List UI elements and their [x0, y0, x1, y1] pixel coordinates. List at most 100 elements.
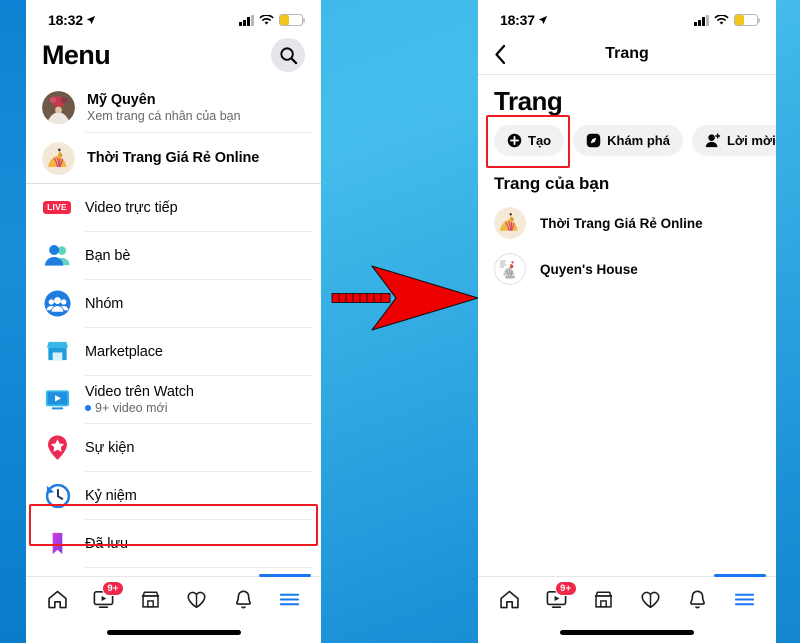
bottom-nav-right: 9+ — [478, 574, 776, 643]
fashion-page-avatar — [494, 207, 526, 239]
status-time: 18:37 — [500, 12, 535, 28]
sidebar-item-memories[interactable]: Kỷ niệm — [26, 472, 321, 519]
marketplace-icon — [594, 590, 613, 608]
nav-marketplace-button[interactable] — [130, 584, 170, 614]
saved-bookmark-icon — [42, 529, 72, 559]
nav-home-button[interactable] — [490, 584, 530, 614]
nav-marketplace-button[interactable] — [584, 584, 624, 614]
chip-create[interactable]: Tạo — [494, 125, 565, 156]
list-item-label: Thời Trang Giá Rẻ Online — [540, 215, 703, 231]
quyens-house-avatar — [494, 253, 526, 285]
status-bar-right: 18:37 — [478, 0, 776, 34]
page-avatar — [42, 141, 75, 175]
page-heading: Trang — [494, 86, 563, 116]
chip-invites[interactable]: Lời mời — [691, 124, 776, 156]
sidebar-item-groups[interactable]: Nhóm — [26, 280, 321, 327]
left-phone-screenshot: 18:32 Menu Mỹ Quyên Xem trang cá nhân củ… — [26, 0, 321, 643]
chip-label: Khám phá — [607, 133, 670, 148]
page-text: Thời Trang Giá Rẻ Online — [87, 150, 259, 166]
compass-icon — [586, 133, 601, 148]
menu-hamburger-icon — [280, 593, 300, 605]
chip-label: Tạo — [528, 133, 552, 148]
nav-notifications-button[interactable] — [223, 584, 263, 614]
right-phone-screenshot: 18:37 Trang Trang Tạo Khám phá Lời mời T… — [478, 0, 776, 643]
sidebar-item-sublabel: 9+ video mới — [95, 401, 168, 415]
nav-menu-button[interactable] — [270, 584, 310, 614]
person-add-icon — [705, 133, 721, 148]
sidebar-item-sublabel: Xem trang cá nhân của bạn — [87, 108, 241, 123]
page-title: Menu — [42, 39, 111, 70]
bottom-nav-left: 9+ — [26, 574, 321, 643]
sidebar-item-friends[interactable]: Bạn bè — [26, 232, 321, 279]
sidebar-item-live-video[interactable]: LIVE Video trực tiếp — [26, 184, 321, 231]
background-left-band — [0, 0, 26, 643]
sidebar-item-label: Đã lưu — [85, 535, 128, 552]
search-button[interactable] — [271, 38, 305, 72]
cellular-bars-icon — [694, 14, 709, 26]
user-avatar — [42, 90, 75, 124]
dating-heart-icon — [187, 591, 206, 608]
status-time: 18:32 — [48, 12, 83, 28]
bottom-nav-divider — [478, 574, 776, 577]
menu-hamburger-icon — [734, 593, 755, 605]
list-item[interactable]: Quyen's House — [478, 246, 776, 292]
sidebar-item-label: Mỹ Quyên — [87, 91, 156, 108]
sidebar-item-saved[interactable]: Đã lưu — [26, 520, 321, 567]
friends-icon — [42, 241, 72, 271]
sidebar-item-profile[interactable]: Mỹ Quyên Xem trang cá nhân của bạn — [26, 82, 321, 132]
sidebar-item-page[interactable]: Thời Trang Giá Rẻ Online — [26, 133, 321, 183]
wifi-icon — [259, 14, 274, 24]
notifications-bell-icon — [235, 589, 251, 608]
live-badge-icon: LIVE — [42, 193, 72, 223]
location-arrow-icon — [538, 15, 547, 25]
marketplace-icon — [141, 590, 159, 608]
section-title: Trang của bạn — [494, 174, 610, 193]
wifi-icon — [714, 14, 729, 24]
sidebar-item-watch[interactable]: Video trên Watch 9+ video mới — [26, 376, 321, 423]
list-item-label: Quyen's House — [540, 261, 638, 277]
menu-list: Mỹ Quyên Xem trang cá nhân của bạn Thời … — [26, 82, 321, 643]
badge-count: 9+ — [554, 581, 577, 597]
menu-header: Menu — [26, 34, 321, 82]
nav-watch-button[interactable]: 9+ — [84, 581, 124, 614]
home-icon — [48, 590, 67, 608]
active-tab-indicator — [259, 574, 311, 577]
bottom-nav-items: 9+ — [478, 577, 776, 621]
watch-icon — [42, 385, 72, 415]
nav-dating-button[interactable] — [631, 584, 671, 614]
battery-low-power-icon — [279, 14, 306, 26]
search-icon — [279, 46, 297, 64]
status-bar-time-group: 18:32 — [48, 12, 96, 28]
nav-menu-button[interactable] — [725, 584, 765, 614]
status-bar-time-group: 18:37 — [500, 12, 548, 28]
nav-dating-button[interactable] — [177, 584, 217, 614]
chip-discover[interactable]: Khám phá — [573, 125, 683, 156]
sidebar-item-label: Sự kiện — [85, 439, 135, 456]
dating-heart-icon — [641, 591, 660, 608]
bottom-nav-divider — [26, 574, 321, 577]
location-arrow-icon — [86, 15, 95, 25]
home-indicator — [478, 621, 776, 643]
sidebar-item-label: Video trực tiếp — [85, 199, 178, 216]
sidebar-item-label: Marketplace — [85, 343, 163, 360]
status-bar-indicators — [694, 14, 761, 26]
nav-bar: Trang — [478, 34, 776, 74]
list-item[interactable]: Thời Trang Giá Rẻ Online — [478, 200, 776, 246]
notifications-bell-icon — [690, 589, 705, 608]
active-tab-indicator — [714, 574, 766, 577]
bottom-nav-items: 9+ — [26, 577, 321, 621]
unread-dot-icon — [85, 405, 91, 411]
groups-icon — [42, 289, 72, 319]
status-bar-indicators — [239, 14, 306, 26]
sidebar-item-sublabel-group: 9+ video mới — [85, 401, 194, 415]
memories-icon — [42, 481, 72, 511]
sidebar-item-marketplace[interactable]: Marketplace — [26, 328, 321, 375]
nav-home-button[interactable] — [37, 584, 77, 614]
sidebar-item-label: Nhóm — [85, 295, 124, 312]
sidebar-item-events[interactable]: Sự kiện — [26, 424, 321, 471]
chip-label: Lời mời — [726, 133, 776, 148]
sidebar-item-label: Thời Trang Giá Rẻ Online — [87, 150, 260, 166]
nav-notifications-button[interactable] — [678, 584, 718, 614]
nav-watch-button[interactable]: 9+ — [537, 581, 577, 614]
badge-count: 9+ — [101, 581, 124, 597]
